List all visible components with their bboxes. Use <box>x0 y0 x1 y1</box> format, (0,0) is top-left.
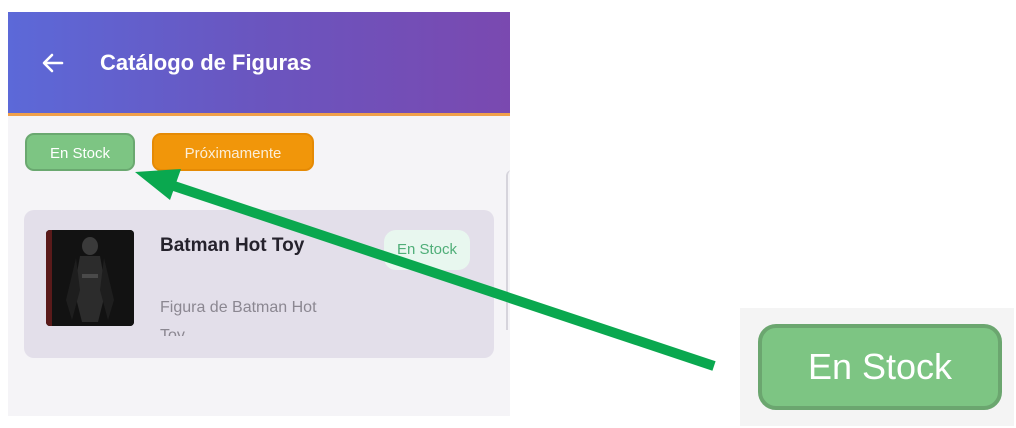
arrow-head-icon <box>135 169 181 200</box>
annotation-arrow <box>135 169 716 371</box>
